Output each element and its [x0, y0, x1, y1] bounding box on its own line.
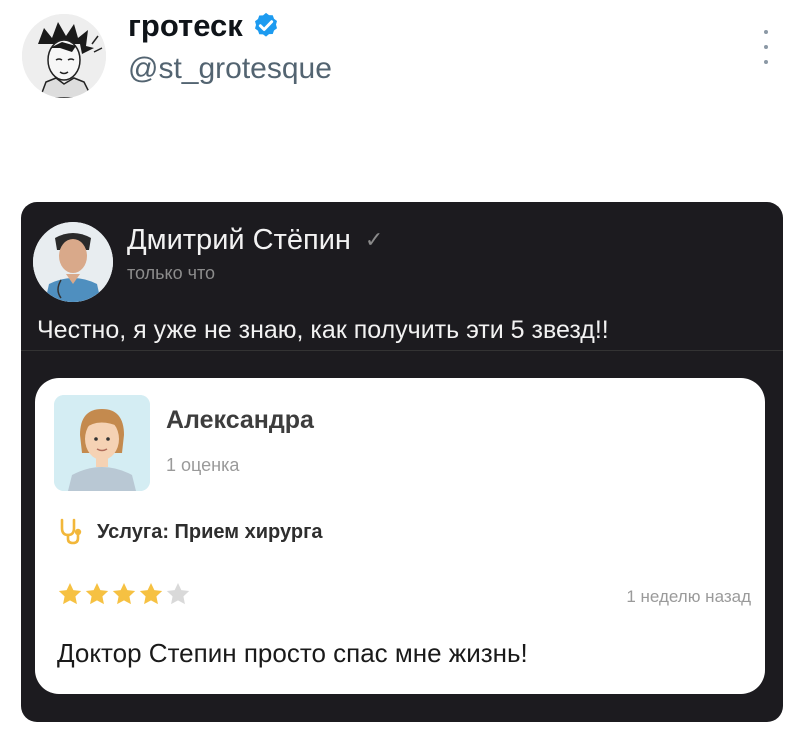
post-author-avatar	[33, 222, 113, 302]
service-label: Услуга: Прием хирурга	[97, 521, 323, 543]
reviewer-name: Александра	[166, 406, 314, 434]
post-author-name: Дмитрий Стёпин	[127, 224, 351, 256]
more-options-icon[interactable]	[756, 30, 776, 64]
star-icon	[85, 582, 109, 605]
tweet-media-image[interactable]: Дмитрий Стёпин ✓ только что Честно, я уж…	[21, 202, 783, 722]
reviewer-avatar	[54, 395, 150, 491]
author-handle[interactable]: @st_grotesque	[128, 50, 332, 88]
sketch-portrait-icon	[22, 14, 106, 98]
review-card: Александра 1 оценка Услуга: Прием хирург…	[35, 378, 765, 694]
review-text: Доктор Степин просто спас мне жизнь!	[57, 638, 528, 668]
star-icon	[166, 582, 190, 605]
author-name[interactable]: гротеск	[128, 6, 243, 46]
reviewer-avatar-icon	[54, 395, 150, 491]
divider	[21, 350, 783, 351]
author-name-row[interactable]: гротеск	[128, 6, 281, 46]
tweet-header: гротеск @st_grotesque	[0, 0, 800, 110]
post-timestamp: только что	[127, 263, 216, 283]
service-row: Услуга: Прием хирурга	[57, 518, 323, 546]
star-icon	[112, 582, 136, 605]
verified-badge-icon	[254, 12, 277, 37]
post-author-row: Дмитрий Стёпин ✓	[127, 222, 383, 258]
post-text: Честно, я уже не знаю, как получить эти …	[37, 316, 609, 344]
author-avatar[interactable]	[22, 14, 106, 98]
star-icon	[58, 582, 82, 605]
checkmark-icon: ✓	[364, 227, 384, 252]
star-icon	[139, 582, 163, 605]
doctor-avatar-icon	[33, 222, 113, 302]
star-rating	[57, 581, 191, 607]
reviewer-rating-count: 1 оценка	[166, 455, 240, 475]
stethoscope-icon	[60, 518, 82, 545]
review-timestamp: 1 неделю назад	[626, 587, 751, 606]
